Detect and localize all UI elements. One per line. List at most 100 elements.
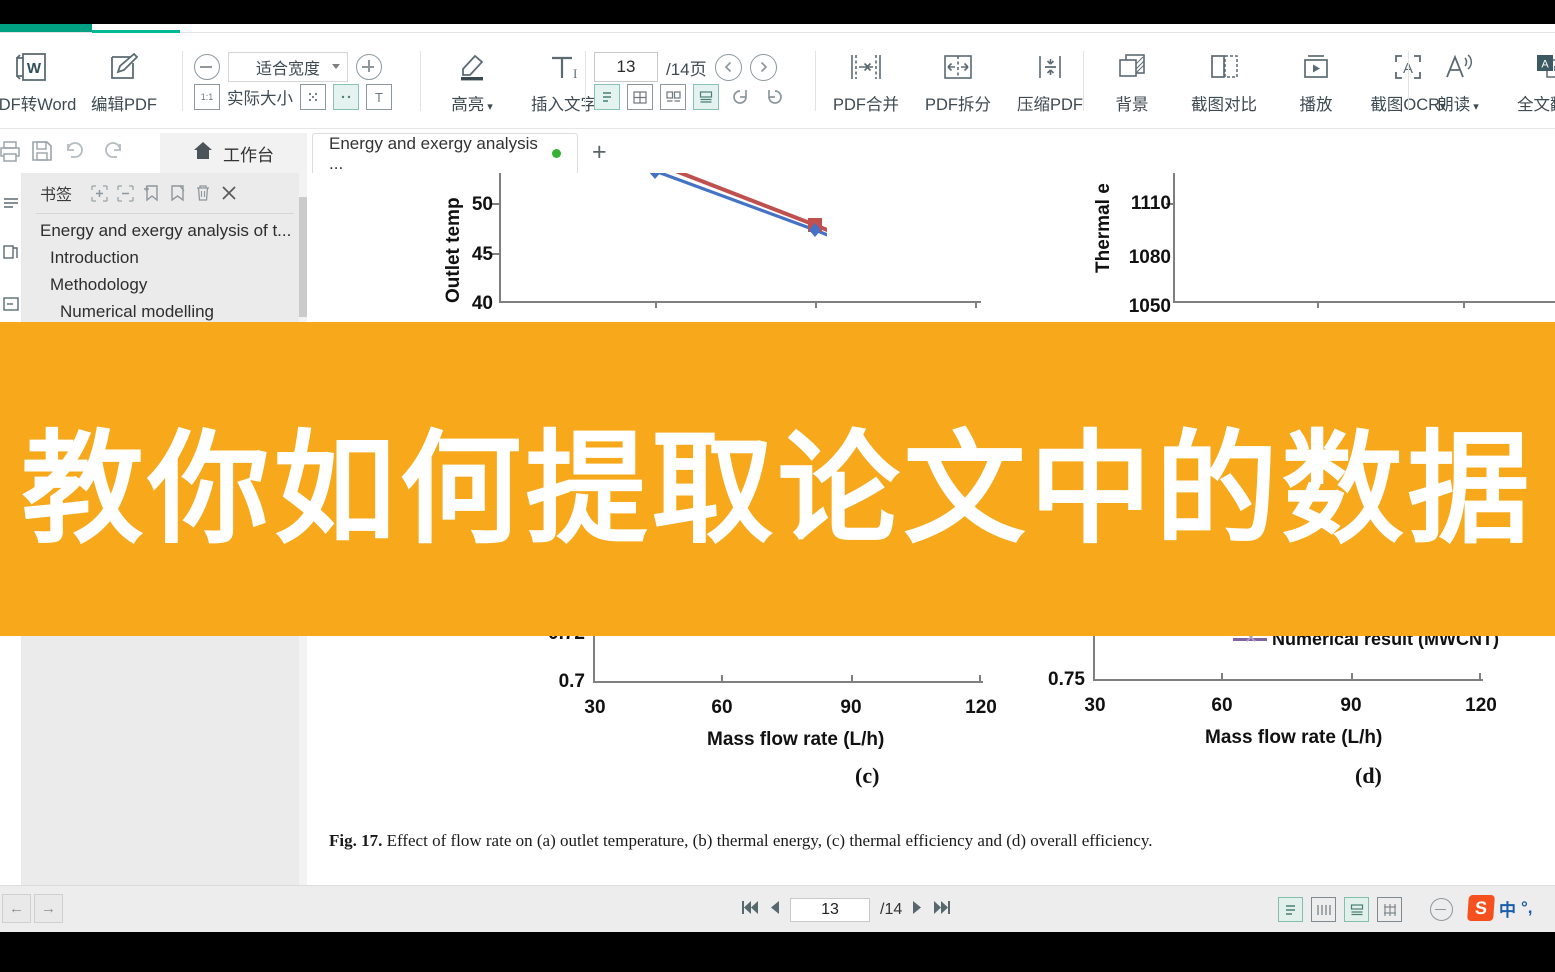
screenshot-compare-icon bbox=[1207, 47, 1241, 87]
chart-d-xtick-60: 60 bbox=[1211, 695, 1233, 716]
background-label: 背景 bbox=[1115, 96, 1149, 114]
play-button[interactable]: 播放 bbox=[1270, 36, 1362, 126]
chart-a-plot bbox=[649, 173, 827, 237]
bookmark-header-divider bbox=[36, 213, 294, 214]
pdf-to-word-button[interactable]: W PDF转Word bbox=[0, 36, 78, 126]
ribbon-toolbar: W PDF转Word 编辑PDF bbox=[0, 33, 1555, 129]
translate-button[interactable]: A 中 全文翻译 bbox=[1504, 36, 1555, 126]
history-forward-button[interactable]: → bbox=[34, 894, 63, 923]
read-aloud-button[interactable]: 朗读 ▾ bbox=[1412, 36, 1504, 126]
figure-caption-prefix: Fig. 17. bbox=[329, 831, 383, 850]
expand-all-icon[interactable] bbox=[86, 180, 112, 206]
pdf-merge-button[interactable]: PDF合并 bbox=[820, 36, 912, 126]
chart-c-ytick-07: 0.7 bbox=[558, 671, 585, 692]
view-mode-two-page-icon[interactable] bbox=[1311, 897, 1336, 922]
svg-text:A: A bbox=[1541, 59, 1549, 71]
continuous-layout-icon[interactable] bbox=[693, 84, 719, 110]
insert-text-label: 插入文字 bbox=[531, 96, 597, 114]
view-mode-facing-icon[interactable] bbox=[1377, 897, 1402, 922]
text-reflow-icon[interactable]: T bbox=[366, 84, 392, 110]
redo-icon[interactable] bbox=[96, 135, 128, 167]
ime-mode-label[interactable]: 中 bbox=[1499, 896, 1516, 921]
bookmark-panel-title: 书签 bbox=[40, 187, 73, 204]
figure-caption: Fig. 17. Effect of flow rate on (a) outl… bbox=[329, 831, 1153, 851]
pdf-to-word-label: PDF转Word bbox=[0, 96, 77, 114]
next-page-button[interactable] bbox=[749, 53, 777, 81]
tab-workbench[interactable]: 工作台 bbox=[160, 133, 307, 173]
insert-text-icon: I bbox=[548, 47, 580, 87]
zoom-out-button[interactable] bbox=[194, 54, 220, 80]
thumbnails-icon[interactable] bbox=[2, 243, 20, 261]
edit-pdf-label: 编辑PDF bbox=[91, 96, 157, 114]
next-page-button-status[interactable] bbox=[912, 900, 923, 920]
rotate-ccw-button[interactable] bbox=[761, 84, 789, 110]
status-zoom-out-button[interactable] bbox=[1430, 898, 1453, 921]
last-page-button[interactable] bbox=[933, 900, 951, 920]
highlight-button[interactable]: 高亮 ▾ bbox=[426, 36, 518, 126]
fit-width-icon[interactable] bbox=[333, 84, 359, 110]
chart-c-x-axis bbox=[593, 681, 983, 683]
promo-banner-overlay: 教你如何提取论文中的数据 bbox=[0, 322, 1555, 636]
tab-document-label: Energy and exergy analysis ... bbox=[329, 133, 538, 173]
chart-c-xtick-60: 60 bbox=[711, 697, 733, 718]
edit-pdf-icon bbox=[108, 47, 140, 87]
rotate-cw-button[interactable] bbox=[726, 84, 754, 110]
translate-icon: A 中 bbox=[1533, 47, 1555, 87]
history-back-button[interactable]: ← bbox=[2, 894, 31, 923]
ime-punctuation-label[interactable]: °, bbox=[1521, 898, 1533, 918]
chart-d-xtick-90: 90 bbox=[1340, 695, 1362, 716]
ime-indicator[interactable]: S 中 °, bbox=[1467, 895, 1533, 921]
pdf-split-button[interactable]: PDF拆分 bbox=[912, 36, 1004, 126]
prev-page-button[interactable] bbox=[714, 53, 742, 81]
edit-pdf-button[interactable]: 编辑PDF bbox=[78, 36, 170, 126]
close-panel-icon[interactable] bbox=[216, 180, 242, 206]
save-icon[interactable] bbox=[26, 135, 58, 167]
first-page-button[interactable] bbox=[742, 900, 759, 920]
new-tab-button[interactable]: + bbox=[592, 140, 607, 165]
window-top-black-bar bbox=[0, 0, 1555, 24]
two-page-layout-icon[interactable] bbox=[627, 84, 653, 110]
actual-size-icon[interactable]: 1:1 bbox=[194, 84, 220, 110]
delete-bookmark-icon[interactable] bbox=[190, 180, 216, 206]
outline-icon[interactable] bbox=[2, 195, 20, 213]
bookmark-item-methodology[interactable]: Methodology bbox=[22, 271, 307, 298]
undo-icon[interactable] bbox=[60, 135, 92, 167]
home-icon bbox=[193, 141, 213, 165]
bookmark-scrollbar-thumb[interactable] bbox=[299, 197, 307, 317]
fit-page-icon[interactable] bbox=[300, 84, 326, 110]
view-mode-single-page-icon[interactable] bbox=[1278, 897, 1303, 922]
print-icon[interactable] bbox=[0, 135, 26, 167]
actual-size-label[interactable]: 实际大小 bbox=[227, 85, 293, 109]
zoom-level-label: 适合宽度 bbox=[255, 61, 320, 78]
chart-c-panel-label: (c) bbox=[855, 763, 880, 788]
edit-bookmark-icon[interactable] bbox=[164, 180, 190, 206]
bookmark-item-numerical-modelling[interactable]: Numerical modelling bbox=[22, 298, 307, 325]
teal-accent-strip bbox=[0, 24, 1555, 33]
add-bookmark-icon[interactable] bbox=[138, 180, 164, 206]
chart-c-xtick-90: 90 bbox=[840, 697, 862, 718]
facing-pages-layout-icon[interactable] bbox=[660, 84, 686, 110]
tab-document[interactable]: Energy and exergy analysis ... bbox=[312, 133, 578, 173]
zoom-level-select[interactable]: 适合宽度 bbox=[228, 52, 348, 82]
bookmark-item-introduction[interactable]: Introduction bbox=[22, 244, 307, 271]
collapse-all-icon[interactable] bbox=[112, 180, 138, 206]
status-page-input[interactable]: 13 bbox=[790, 898, 870, 922]
pdf-split-icon bbox=[939, 47, 977, 87]
bookmark-item-title[interactable]: Energy and exergy analysis of t... bbox=[22, 217, 307, 244]
chart-d-ytick-075: 0.75 bbox=[1048, 669, 1085, 690]
page-navigation-controls: 13 /14 bbox=[742, 898, 951, 922]
figure-caption-body: Effect of flow rate on (a) outlet temper… bbox=[386, 831, 1153, 850]
teal-segment-primary bbox=[0, 24, 92, 32]
bookmark-panel-icon[interactable] bbox=[2, 295, 20, 313]
play-icon bbox=[1300, 47, 1332, 87]
zoom-in-button[interactable] bbox=[356, 54, 382, 80]
background-button[interactable]: 背景 bbox=[1086, 36, 1178, 126]
page-number-input[interactable]: 13 bbox=[594, 52, 658, 82]
status-total-pages: /14 bbox=[880, 901, 903, 918]
view-mode-continuous-icon[interactable] bbox=[1344, 897, 1369, 922]
chart-d-x-axis-label: Mass flow rate (L/h) bbox=[1205, 727, 1383, 748]
single-page-layout-icon[interactable] bbox=[594, 84, 620, 110]
screenshot-compare-button[interactable]: 截图对比 bbox=[1178, 36, 1270, 126]
prev-page-button-status[interactable] bbox=[769, 900, 780, 920]
sogou-ime-logo-icon[interactable]: S bbox=[1467, 895, 1495, 921]
